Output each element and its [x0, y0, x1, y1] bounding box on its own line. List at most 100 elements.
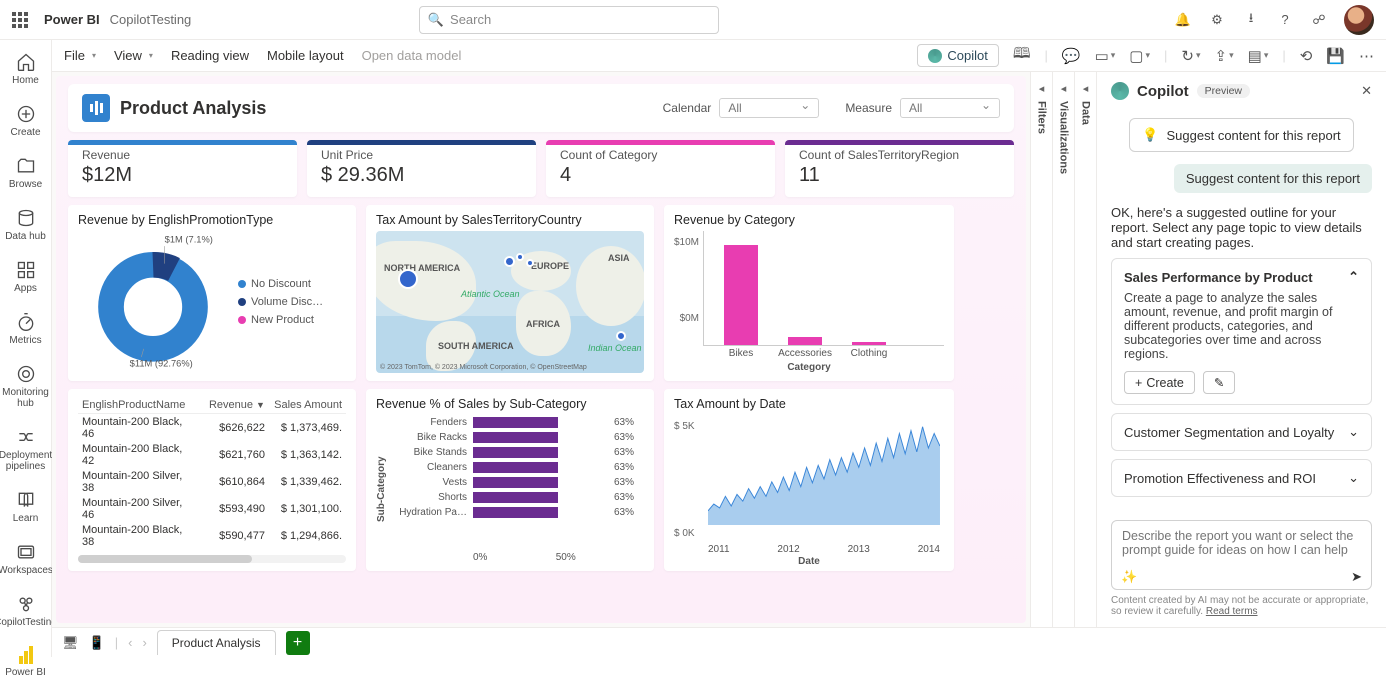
nav-learn[interactable]: Learn	[2, 486, 50, 528]
page-tab[interactable]: Product Analysis	[157, 630, 276, 655]
table-row[interactable]: Mountain-200 Black, 46$626,622$ 1,373,46…	[78, 414, 346, 442]
donut-chart[interactable]: Revenue by EnglishPromotionType $1M (7.1…	[68, 205, 356, 381]
explore-icon[interactable]: 🕮	[1013, 43, 1031, 68]
add-page-button[interactable]: +	[286, 631, 310, 655]
expand-icon[interactable]: ◂	[1083, 82, 1089, 95]
app-launcher-icon[interactable]	[12, 12, 28, 28]
download-icon[interactable]: ⭳	[1242, 11, 1260, 29]
export-icon[interactable]: ▤	[1248, 47, 1269, 65]
nav-deployment-pipelines[interactable]: Deployment pipelines	[2, 423, 50, 476]
suggest-content-button[interactable]: 💡Suggest content for this report	[1129, 118, 1353, 152]
mobile-layout-button[interactable]: Mobile layout	[267, 48, 344, 63]
suggestion-card-2[interactable]: Customer Segmentation and Loyalty⌄	[1111, 413, 1372, 451]
hbar-row[interactable]: Cleaners63%	[393, 462, 644, 473]
table-row[interactable]: Mountain-200 Black, 42$621,760$ 1,363,14…	[78, 441, 346, 468]
mobile-view-icon[interactable]: 📱	[89, 635, 105, 651]
save-icon[interactable]: 💾	[1326, 47, 1345, 65]
help-icon[interactable]: ?	[1276, 11, 1294, 29]
edit-button[interactable]: ✎	[1203, 371, 1235, 394]
svg-text:$1M (7.1%): $1M (7.1%)	[165, 235, 213, 245]
table-row[interactable]: Mountain-200 Silver, 42$573,512$ 1,257,4…	[78, 549, 346, 551]
nav-browse[interactable]: Browse	[2, 152, 50, 194]
data-rail[interactable]: ◂Data	[1074, 72, 1096, 627]
create-button[interactable]: +Create	[1124, 371, 1195, 394]
file-menu[interactable]: File	[64, 48, 96, 63]
nav-monitoring-hub[interactable]: Monitoring hub	[2, 360, 50, 413]
chevron-down-icon: ⌄	[1348, 470, 1359, 486]
read-terms-link[interactable]: Read terms	[1206, 606, 1258, 617]
table-row[interactable]: Mountain-200 Silver, 46$593,490$ 1,301,1…	[78, 495, 346, 522]
expand-icon[interactable]: ◂	[1039, 82, 1045, 95]
hbar-row[interactable]: Fenders63%	[393, 417, 644, 428]
app-name: Power BI	[44, 12, 100, 27]
copilot-button[interactable]: Copilot	[917, 44, 998, 67]
lightbulb-icon: 💡	[1142, 127, 1158, 143]
nav-home[interactable]: Home	[2, 48, 50, 90]
donut-svg: $1M (7.1%) $11M (92.76%)	[78, 231, 228, 371]
product-table[interactable]: EnglishProductName Revenue ▼ Sales Amoun…	[68, 389, 356, 571]
user-message: Suggest content for this report	[1174, 164, 1372, 193]
nav-power-bi[interactable]: Power BI	[2, 642, 50, 682]
table-row[interactable]: Mountain-200 Black, 38$590,477$ 1,294,86…	[78, 522, 346, 549]
search-input[interactable]: 🔍 Search	[419, 6, 719, 34]
prev-page-icon[interactable]: ‹	[128, 635, 132, 650]
workspace-name[interactable]: CopilotTesting	[110, 12, 192, 27]
close-icon[interactable]: ✕	[1361, 83, 1372, 99]
donut-legend: No Discount Volume Disc… New Product	[238, 231, 323, 373]
chevron-up-icon[interactable]: ⌃	[1348, 269, 1359, 285]
hbar-row[interactable]: Vests63%	[393, 477, 644, 488]
kpi-count-region[interactable]: Count of SalesTerritoryRegion11	[785, 140, 1014, 197]
nav-metrics[interactable]: Metrics	[2, 308, 50, 350]
map-chart[interactable]: Tax Amount by SalesTerritoryCountry NORT…	[366, 205, 654, 381]
sparkle-icon[interactable]: ✨	[1121, 569, 1137, 585]
map-body: NORTH AMERICA SOUTH AMERICA EUROPE AFRIC…	[376, 231, 644, 373]
reading-view-button[interactable]: Reading view	[171, 48, 249, 63]
copilot-reply: OK, here's a suggested outline for your …	[1111, 205, 1372, 250]
avatar[interactable]	[1344, 5, 1374, 35]
copilot-icon	[928, 49, 942, 63]
desktop-view-icon[interactable]: 🖥	[62, 635, 79, 651]
nav-workspaces[interactable]: Workspaces	[2, 538, 50, 580]
share-icon[interactable]: ⇪	[1215, 47, 1234, 65]
bar-chart[interactable]: Revenue by Category $10M$0M Bikes Access…	[664, 205, 954, 381]
teams-icon[interactable]: ☍	[1310, 11, 1328, 29]
copilot-icon	[1111, 82, 1129, 100]
search-placeholder: Search	[450, 12, 491, 27]
table-row[interactable]: Mountain-200 Silver, 38$610,864$ 1,339,4…	[78, 468, 346, 495]
expand-icon[interactable]: ◂	[1061, 82, 1067, 95]
next-page-icon[interactable]: ›	[142, 635, 146, 650]
nav-copilot-testing[interactable]: CopilotTesting	[2, 590, 50, 632]
nav-data-hub[interactable]: Data hub	[2, 204, 50, 246]
hbar-row[interactable]: Hydration Pa…63%	[393, 507, 644, 518]
comment-icon[interactable]: 💬	[1062, 47, 1081, 65]
send-icon[interactable]: ➤	[1351, 569, 1362, 585]
view-menu[interactable]: View	[114, 48, 153, 63]
kpi-unit-price[interactable]: Unit Price$ 29.36M	[307, 140, 536, 197]
report-header: Product Analysis Calendar All Measure Al…	[68, 84, 1014, 132]
settings-icon[interactable]: ⚙	[1208, 11, 1226, 29]
filters-rail[interactable]: ◂Filters	[1030, 72, 1052, 627]
hbar-row[interactable]: Shorts63%	[393, 492, 644, 503]
nav-create[interactable]: Create	[2, 100, 50, 142]
hbar-row[interactable]: Bike Stands63%	[393, 447, 644, 458]
visualizations-rail[interactable]: ◂Visualizations	[1052, 72, 1074, 627]
hbar-row[interactable]: Bike Racks63%	[393, 432, 644, 443]
table-scrollbar[interactable]	[78, 555, 346, 563]
bookmark-icon[interactable]: ▭	[1095, 47, 1116, 65]
page-title: Product Analysis	[120, 98, 266, 119]
measure-dropdown[interactable]: All	[900, 98, 1000, 118]
more-icon[interactable]: ⋯	[1359, 47, 1374, 65]
measure-slicer: Measure All	[845, 98, 1000, 118]
notifications-icon[interactable]: 🔔	[1174, 11, 1192, 29]
nav-apps[interactable]: Apps	[2, 256, 50, 298]
reset-icon[interactable]: ⟲	[1300, 47, 1313, 65]
calendar-dropdown[interactable]: All	[719, 98, 819, 118]
suggestion-card-3[interactable]: Promotion Effectiveness and ROI⌄	[1111, 459, 1372, 497]
area-chart[interactable]: Tax Amount by Date $ 5K$ 0K 2011 2012 20…	[664, 389, 954, 571]
kpi-revenue[interactable]: Revenue$12M	[68, 140, 297, 197]
search-icon: 🔍	[428, 12, 444, 28]
refresh-icon[interactable]: ↻	[1181, 47, 1200, 65]
hbar-chart[interactable]: Revenue % of Sales by Sub-Category Sub-C…	[366, 389, 654, 571]
view-icon[interactable]: ▢	[1129, 47, 1150, 65]
kpi-count-category[interactable]: Count of Category4	[546, 140, 775, 197]
